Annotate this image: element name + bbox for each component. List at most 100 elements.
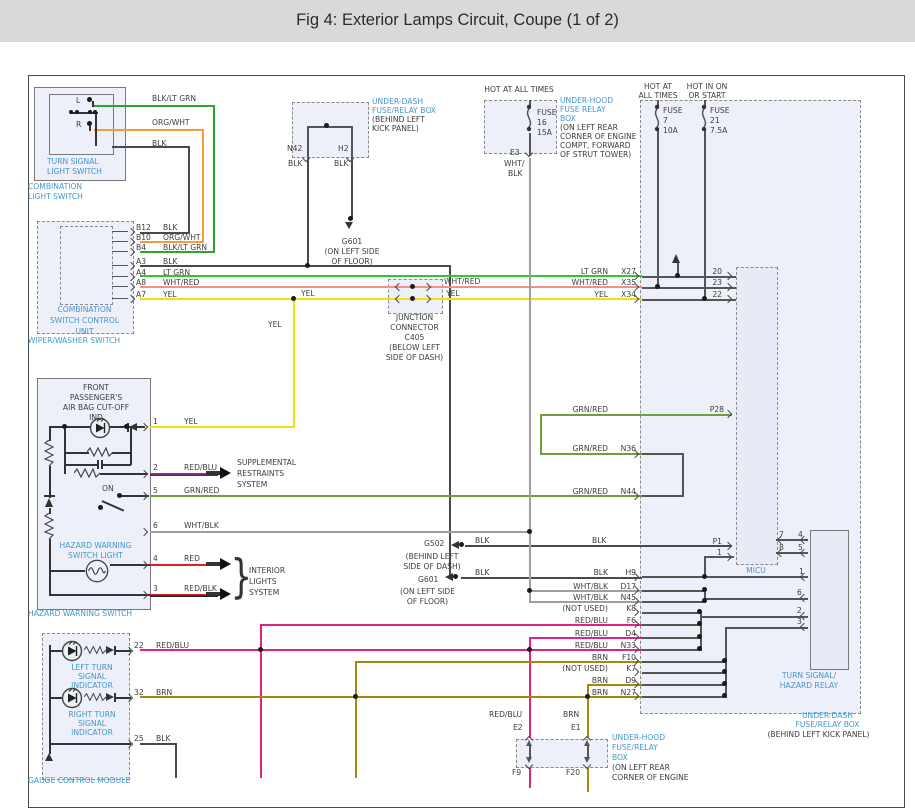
hazard-switch-label: HAZARD WARNING SWITCH xyxy=(28,609,133,618)
junction-dot xyxy=(98,505,103,510)
fuse-label: FUSE xyxy=(663,106,683,115)
resistor-icon xyxy=(84,645,106,655)
wire-segment xyxy=(188,146,190,233)
control-unit-label: SWITCH CONTROL xyxy=(49,316,120,325)
combination-light-switch-label: LIGHT SWITCH xyxy=(28,192,83,201)
wire-segment xyxy=(49,645,51,745)
ground-dot xyxy=(348,216,353,221)
pin-label: B4 xyxy=(136,243,147,252)
wire-segment xyxy=(541,453,642,455)
flow-arrow-icon xyxy=(220,558,231,570)
pin-label: 4 xyxy=(153,554,158,563)
ground-label: G601 xyxy=(341,237,363,246)
right-turn-indicator-label: INDICATOR xyxy=(71,728,113,737)
underhood-box-label: BOX xyxy=(560,114,576,123)
wire-segment xyxy=(95,113,97,146)
pin-label: P28 xyxy=(709,405,724,414)
wire-segment xyxy=(175,743,177,778)
micu-label: MICU xyxy=(746,566,766,575)
led-icon xyxy=(61,687,83,709)
wire-label: YEL xyxy=(184,417,198,426)
wire-segment xyxy=(65,452,89,454)
junction-dot xyxy=(124,424,129,429)
on-label: ON xyxy=(102,484,114,493)
wire-segment xyxy=(112,146,190,148)
contact-dot xyxy=(69,110,73,114)
wire-segment xyxy=(94,105,215,107)
wire-segment xyxy=(64,465,66,474)
fuse-icon xyxy=(523,103,535,133)
pin-label: 8 xyxy=(779,543,784,552)
led-icon xyxy=(61,640,83,662)
box-underdash-fuse-relay-top xyxy=(292,102,369,158)
fuse-amps: 10A xyxy=(663,126,678,135)
wire-segment xyxy=(92,101,94,107)
ground-dot xyxy=(459,542,464,547)
arrow-tail xyxy=(206,562,220,566)
interior-lights-label: LIGHTS xyxy=(249,577,277,586)
relay-label: TURN SIGNAL/ xyxy=(781,671,837,680)
wire-segment xyxy=(50,570,85,572)
resistor-icon xyxy=(44,513,54,539)
wire-segment xyxy=(94,129,204,131)
wire-segment xyxy=(465,545,732,547)
hot-label: HOT AT xyxy=(644,82,672,91)
wire-segment xyxy=(642,649,702,651)
wire-segment xyxy=(642,612,702,614)
pin-label: N33 xyxy=(620,641,636,650)
box-micu xyxy=(736,267,778,565)
pin-label: N36 xyxy=(620,444,636,453)
junction-connector-label: JUNCTION xyxy=(395,313,434,322)
wire-label: RED/BLU xyxy=(184,463,218,472)
diode-icon xyxy=(106,693,114,701)
junction-dot xyxy=(722,669,727,674)
wire-segment xyxy=(587,768,589,792)
pin-label: A7 xyxy=(136,290,147,299)
wire-label: BRN xyxy=(591,676,608,685)
wire-label: BLK xyxy=(592,536,607,545)
junction-dot xyxy=(675,273,680,278)
hot-label: HOT AT ALL TIMES xyxy=(484,85,554,94)
wire-label: LT GRN xyxy=(163,268,191,277)
wire-segment xyxy=(49,426,51,441)
location-label: CORNER OF ENGINE xyxy=(560,132,637,141)
wire-label: YEL xyxy=(301,289,315,298)
junction-dot xyxy=(291,296,296,301)
box-turn-signal-hazard-relay xyxy=(810,530,849,670)
hot-label: ALL TIMES xyxy=(638,91,678,100)
turn-signal-switch-label: LIGHT SWITCH xyxy=(47,167,102,176)
wire-segment xyxy=(682,453,684,497)
wire-segment xyxy=(642,661,726,663)
ground-label: G502 xyxy=(424,539,445,548)
wire-segment xyxy=(213,105,215,252)
wire-segment xyxy=(50,743,131,745)
junction-dot xyxy=(305,263,310,268)
airbag-ind-label: PASSENGER'S xyxy=(69,393,123,402)
wire-label: GRN/RED xyxy=(572,405,608,414)
airbag-ind-label: FRONT xyxy=(83,383,109,392)
diode-icon xyxy=(45,753,53,761)
wire-label: YEL xyxy=(163,290,177,299)
wire-segment xyxy=(642,576,808,578)
wire-label: BLK xyxy=(288,159,303,168)
srs-label: SUPPLEMENTAL xyxy=(237,458,297,467)
box-gauge-control-module xyxy=(42,633,130,780)
wire-label: RED xyxy=(184,554,200,563)
wire-label: ORG/WHT xyxy=(152,118,190,127)
pin-label: 1 xyxy=(153,417,158,426)
fuse-icon xyxy=(698,103,710,133)
wire-segment xyxy=(150,426,295,428)
wire-label: BRN xyxy=(591,688,608,697)
wire-segment xyxy=(642,696,726,698)
wire-segment xyxy=(704,598,808,600)
junction-dot xyxy=(527,529,532,534)
junction-dot xyxy=(655,284,660,289)
wire-segment xyxy=(140,743,177,745)
wire-label: (NOT USED) xyxy=(562,604,608,613)
fuse-number: 7 xyxy=(663,116,668,125)
junction-dot xyxy=(702,574,707,579)
box-turn-signal-light-switch xyxy=(49,94,114,155)
pin-label: E1 xyxy=(571,723,581,732)
pin-label: 2 xyxy=(797,606,802,615)
junction-connector-label: C405 xyxy=(404,333,425,342)
